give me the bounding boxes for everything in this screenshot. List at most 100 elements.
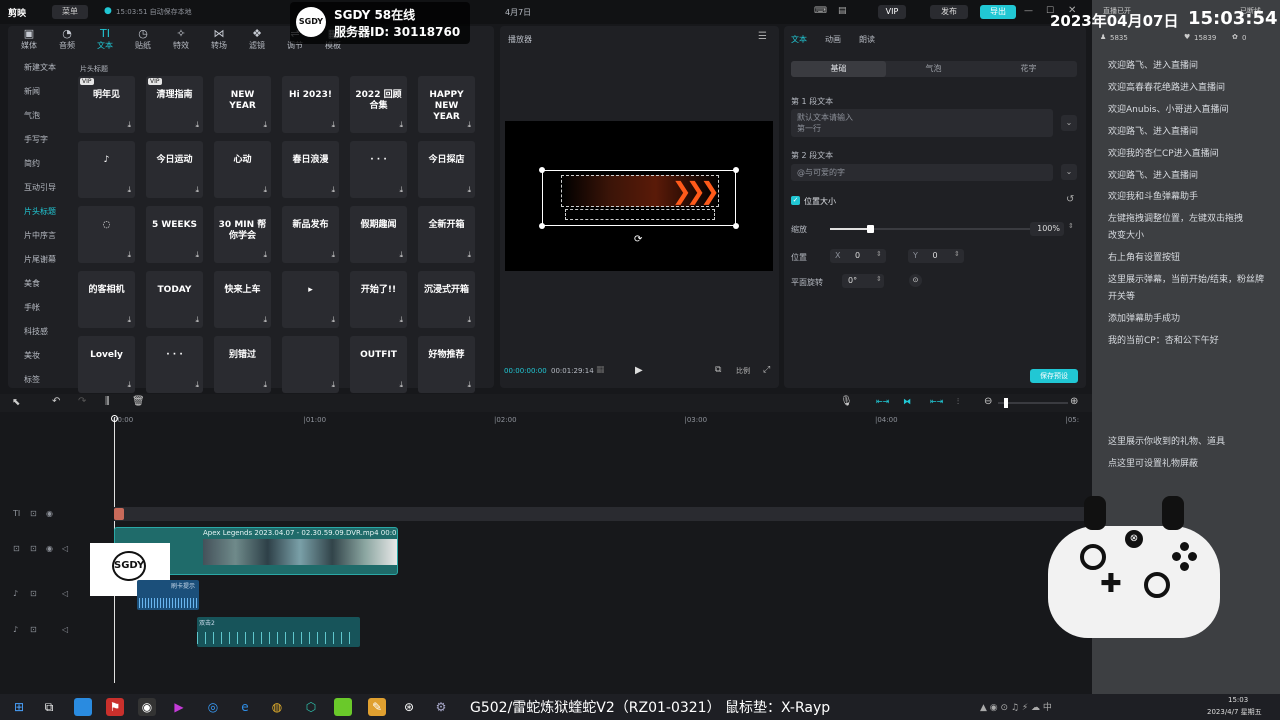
undo-icon[interactable]: ↶ [52,396,60,407]
tool-tab-2[interactable]: TI 文本 [90,28,120,51]
template-thumbnail[interactable]: NEW YEAR ⤓ [214,76,271,133]
save-preset-button[interactable]: 保存预设 [1030,369,1078,383]
layout-icon[interactable]: ▤ [838,6,847,16]
inspector-tab[interactable]: 朗读 [859,34,875,45]
category-item[interactable]: 标签 [24,374,72,385]
speaker-icon[interactable]: ◁ [62,625,68,634]
tool-tab-4[interactable]: ✧ 特效 [166,28,196,51]
template-thumbnail[interactable]: 快来上车 ⤓ [214,271,271,328]
template-thumbnail[interactable]: 别错过 ⤓ [214,336,271,393]
category-item[interactable]: 美食 [24,278,72,289]
stepper-icon[interactable]: ⇕ [876,250,882,258]
zoom-slider[interactable] [998,398,1068,408]
template-thumbnail[interactable]: 全新开箱 ⤓ [418,206,475,263]
menu-icon[interactable]: ☰ [758,31,767,42]
export-button[interactable]: 导出 [980,5,1016,19]
lock-icon[interactable]: ⊡ [30,625,37,634]
template-thumbnail[interactable]: OUTFIT ⤓ [350,336,407,393]
publish-button[interactable]: 发布 [930,5,968,19]
resize-handle[interactable] [733,167,739,173]
download-icon[interactable]: ⤓ [263,120,267,130]
download-icon[interactable]: ⤓ [467,185,471,195]
inspector-subtab[interactable]: 基础 [791,61,886,77]
audio-clip-1[interactable]: 刷卡提示 [137,580,199,610]
stepper-icon[interactable]: ⇕ [954,250,960,258]
download-icon[interactable]: ⤓ [195,120,199,130]
crop-icon[interactable]: ⧉ [715,365,721,375]
template-thumbnail[interactable]: ▸ ⤓ [282,271,339,328]
minimize-icon[interactable]: — [1024,6,1033,16]
template-thumbnail[interactable]: 2022 回顾合集 ⤓ [350,76,407,133]
inspector-tab[interactable]: 文本 [791,34,807,45]
eye-icon[interactable]: ◉ [46,544,53,553]
preview-axis-icon[interactable]: ⇤⇥ [930,397,943,406]
template-thumbnail[interactable]: · · · ⤓ [146,336,203,393]
category-item[interactable]: 新闻 [24,86,72,97]
category-item[interactable]: 美妆 [24,350,72,361]
lock-icon[interactable]: ⊡ [30,544,37,553]
template-thumbnail[interactable]: 30 MIN 帮你学会 ⤓ [214,206,271,263]
template-thumbnail[interactable]: ⤓ [282,336,339,393]
template-thumbnail[interactable]: 沉浸式开箱 ⤓ [418,271,475,328]
download-icon[interactable]: ⤓ [195,185,199,195]
app-icon[interactable]: ▶ [170,698,188,716]
category-item[interactable]: 手写字 [24,134,72,145]
fullscreen-icon[interactable]: ⤢ [763,365,770,375]
task-view-icon[interactable]: ⧉ [40,698,58,716]
download-icon[interactable]: ⤓ [467,250,471,260]
download-icon[interactable]: ⤓ [263,380,267,390]
align-icon[interactable]: ⫶ [957,397,959,407]
time-ruler[interactable]: 00:00 |01:00 |02:00 |03:00 |04:00 |05: [113,416,1083,426]
speaker-icon[interactable]: ◁ [62,544,68,553]
delete-icon[interactable]: 🗑 [132,396,145,407]
tool-tab-1[interactable]: ◔ 音频 [52,28,82,51]
keyboard-icon[interactable]: ⌨ [814,6,827,16]
template-thumbnail[interactable]: 新品发布 ⤓ [282,206,339,263]
app-icon[interactable]: ⬡ [302,698,320,716]
category-item[interactable]: 片中序言 [24,230,72,241]
template-thumbnail[interactable]: 春日浪漫 ⤓ [282,141,339,198]
download-icon[interactable]: ⤓ [399,250,403,260]
position-size-checkbox[interactable]: ✓ [791,196,800,205]
speaker-icon[interactable]: ◁ [62,589,68,598]
download-icon[interactable]: ⤓ [127,315,131,325]
tool-tab-5[interactable]: ⋈ 转场 [204,28,234,51]
download-icon[interactable]: ⤓ [263,185,267,195]
app-icon[interactable] [334,698,352,716]
download-icon[interactable]: ⤓ [399,120,403,130]
tool-tab-0[interactable]: ▣ 媒体 [14,28,44,51]
menu-button[interactable]: 菜单 [52,5,88,19]
steam-icon[interactable]: ⚙ [432,698,450,716]
template-thumbnail[interactable]: 好物推荐 ⤓ [418,336,475,393]
timeline[interactable]: 00:00 |01:00 |02:00 |03:00 |04:00 |05: TI ⊡ ◉… [0,412,1092,688]
category-item[interactable]: 片尾谢幕 [24,254,72,265]
redo-icon[interactable]: ↷ [78,396,86,407]
download-icon[interactable]: ⤓ [467,120,471,130]
download-icon[interactable]: ⤓ [399,185,403,195]
chevron-down-icon[interactable]: ⌄ [1061,164,1077,180]
download-icon[interactable]: ⤓ [331,120,335,130]
download-icon[interactable]: ⤓ [467,315,471,325]
split-icon[interactable]: ⫼ [105,396,110,407]
rotate-dial-icon[interactable]: ⊙ [909,274,922,287]
template-thumbnail[interactable]: VIP 清理指南 ⤓ [146,76,203,133]
template-thumbnail[interactable]: HAPPY NEW YEAR ⤓ [418,76,475,133]
resize-handle[interactable] [733,223,739,229]
download-icon[interactable]: ⤓ [195,380,199,390]
scale-slider[interactable] [830,225,1030,233]
category-item[interactable]: 手帐 [24,302,72,313]
template-thumbnail[interactable]: · · · ⤓ [350,141,407,198]
app-icon[interactable]: ✎ [368,698,386,716]
app-icon[interactable]: ⊛ [400,698,418,716]
zoom-in-icon[interactable]: ⊕ [1070,396,1078,407]
app-icon[interactable]: ◎ [204,698,222,716]
category-item[interactable]: 科技感 [24,326,72,337]
template-thumbnail[interactable]: 开始了!! ⤓ [350,271,407,328]
windows-start-icon[interactable]: ⊞ [10,698,28,716]
grid-icon[interactable]: ▦ [596,365,605,375]
scale-input[interactable]: 100% [1030,222,1064,236]
eye-icon[interactable]: ◉ [46,509,53,518]
template-thumbnail[interactable]: ◌ ⤓ [78,206,135,263]
template-thumbnail[interactable]: 假期趣闻 ⤓ [350,206,407,263]
stepper-icon[interactable]: ⇕ [876,275,882,283]
